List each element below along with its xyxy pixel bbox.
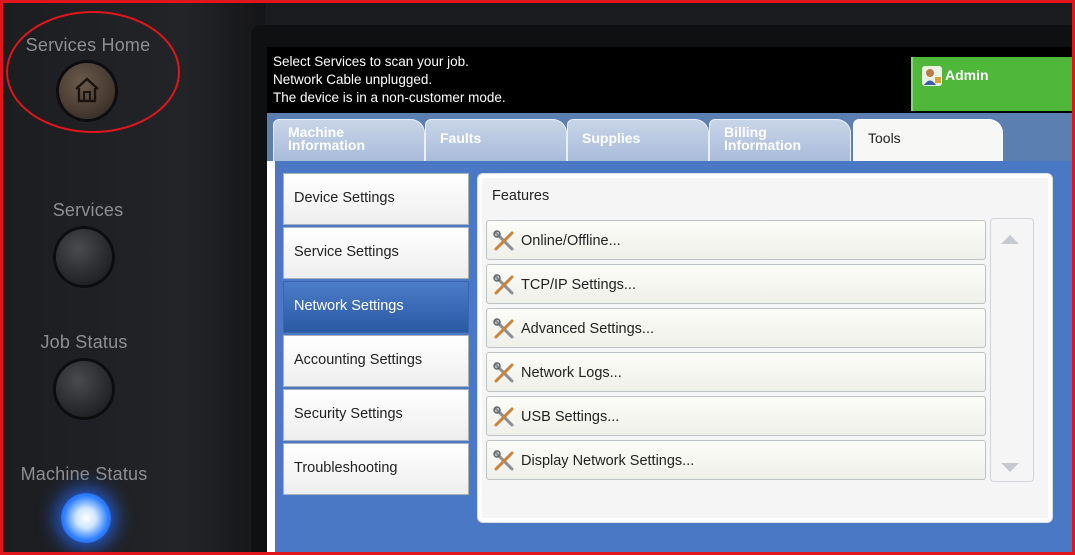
features-title: Features bbox=[492, 188, 550, 204]
tab-label: Faults bbox=[440, 130, 482, 146]
tab-label: Supplies bbox=[582, 130, 641, 146]
menu-security-settings[interactable]: Security Settings bbox=[283, 389, 469, 441]
tools-icon bbox=[493, 362, 514, 383]
tab-faults[interactable]: Faults bbox=[425, 119, 567, 161]
feature-advanced-settings[interactable]: Advanced Settings... bbox=[486, 308, 986, 348]
menu-troubleshooting[interactable]: Troubleshooting bbox=[283, 443, 469, 495]
feature-network-logs[interactable]: Network Logs... bbox=[486, 352, 986, 392]
status-message: Network Cable unplugged. bbox=[273, 72, 433, 87]
feature-label: USB Settings... bbox=[521, 409, 620, 425]
services-label: Services bbox=[52, 200, 124, 220]
feature-online-offline[interactable]: Online/Offline... bbox=[486, 220, 986, 260]
tools-icon bbox=[493, 406, 514, 427]
settings-menu: Device Settings Service Settings Network… bbox=[283, 171, 469, 552]
tools-icon bbox=[493, 230, 514, 251]
scrollbar[interactable] bbox=[990, 218, 1034, 482]
tab-label: Information bbox=[288, 137, 365, 153]
feature-label: Online/Offline... bbox=[521, 233, 621, 249]
message-area: Select Services to scan your job. Networ… bbox=[267, 47, 1072, 113]
menu-accounting-settings[interactable]: Accounting Settings bbox=[283, 335, 469, 387]
tools-icon bbox=[493, 450, 514, 471]
job-status-label: Job Status bbox=[40, 332, 128, 352]
tab-label: Tools bbox=[868, 130, 901, 146]
feature-display-network-settings[interactable]: Display Network Settings... bbox=[486, 440, 986, 480]
admin-button[interactable]: Admin bbox=[911, 57, 1072, 111]
feature-label: Display Network Settings... bbox=[521, 453, 695, 469]
tab-label: Information bbox=[724, 137, 801, 153]
status-message: The device is in a non-customer mode. bbox=[273, 90, 506, 105]
tab-tools[interactable]: Tools bbox=[853, 119, 1003, 163]
admin-label: Admin bbox=[945, 67, 989, 83]
machine-status-button[interactable] bbox=[61, 493, 111, 543]
hardware-panel: Services Home Services Job Status Machin… bbox=[3, 3, 265, 552]
job-status-button[interactable] bbox=[56, 361, 112, 417]
tools-icon bbox=[493, 274, 514, 295]
feature-tcp-ip-settings[interactable]: TCP/IP Settings... bbox=[486, 264, 986, 304]
admin-user-icon bbox=[922, 66, 942, 86]
tab-machine-information[interactable]: Machine Information bbox=[273, 119, 425, 161]
services-button[interactable] bbox=[56, 229, 112, 285]
screenshot-frame: Services Home Services Job Status Machin… bbox=[0, 0, 1075, 555]
scroll-down-arrow-icon[interactable] bbox=[1001, 463, 1019, 472]
tools-icon bbox=[493, 318, 514, 339]
features-panel: Features Online/Offline... TCP/IP Settin… bbox=[477, 173, 1053, 523]
status-message: Select Services to scan your job. bbox=[273, 54, 469, 69]
machine-status-label: Machine Status bbox=[20, 464, 148, 484]
scroll-up-arrow-icon[interactable] bbox=[1001, 235, 1019, 244]
tab-billing-information[interactable]: Billing Information bbox=[709, 119, 851, 161]
feature-label: Network Logs... bbox=[521, 365, 622, 381]
highlight-circle bbox=[6, 11, 180, 133]
feature-label: Advanced Settings... bbox=[521, 321, 654, 337]
menu-service-settings[interactable]: Service Settings bbox=[283, 227, 469, 279]
menu-device-settings[interactable]: Device Settings bbox=[283, 173, 469, 225]
feature-usb-settings[interactable]: USB Settings... bbox=[486, 396, 986, 436]
touch-screen: Select Services to scan your job. Networ… bbox=[267, 47, 1072, 552]
menu-network-settings[interactable]: Network Settings bbox=[283, 281, 469, 333]
tab-supplies[interactable]: Supplies bbox=[567, 119, 709, 161]
feature-label: TCP/IP Settings... bbox=[521, 277, 636, 293]
